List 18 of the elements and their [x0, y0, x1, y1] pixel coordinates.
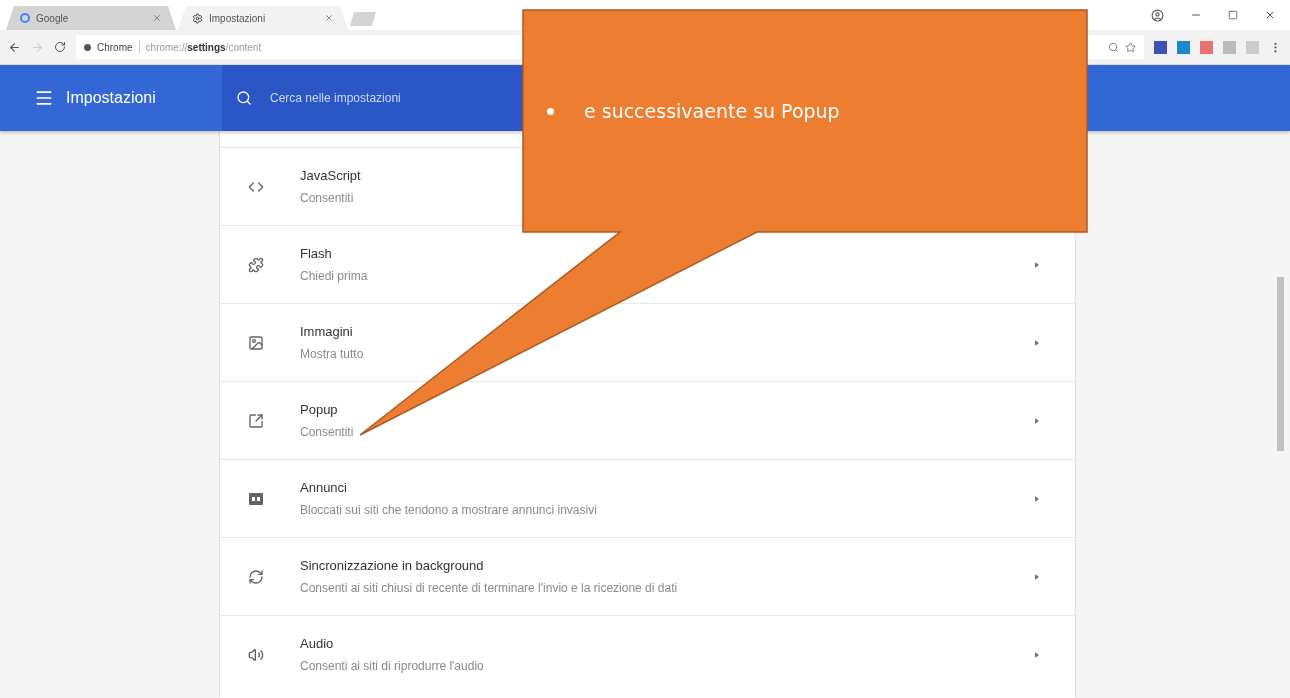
setting-subtitle: Mostra tutto	[300, 347, 365, 361]
callout-text: e successivaente su Popup	[584, 100, 840, 122]
setting-subtitle: Consenti ai siti chiusi di recente di terminare l'invio e la ricezione di dati	[300, 581, 679, 595]
setting-subtitle: Consentiti	[300, 425, 355, 439]
setting-title: Audio	[300, 636, 335, 651]
setting-title: Annunci	[300, 480, 348, 495]
setting-subtitle: Consenti ai siti di riprodurre l'audio	[300, 659, 485, 673]
setting-subtitle: Consentiti	[300, 191, 355, 205]
setting-title: Popup	[300, 402, 339, 417]
setting-title: Flash	[300, 246, 333, 261]
site-label: Chrome	[97, 41, 133, 53]
setting-title: JavaScript	[300, 168, 362, 183]
setting-subtitle: Bloccati sui siti che tendono a mostrare annunci invasivi	[300, 503, 598, 517]
url-text: chrome://settings/content	[145, 41, 262, 53]
setting-title: Sincronizzazione in background	[300, 558, 485, 573]
setting-title: Immagini	[300, 324, 354, 339]
page-title: Impostazioni	[66, 89, 156, 107]
setting-subtitle: Chiedi prima	[300, 269, 369, 283]
